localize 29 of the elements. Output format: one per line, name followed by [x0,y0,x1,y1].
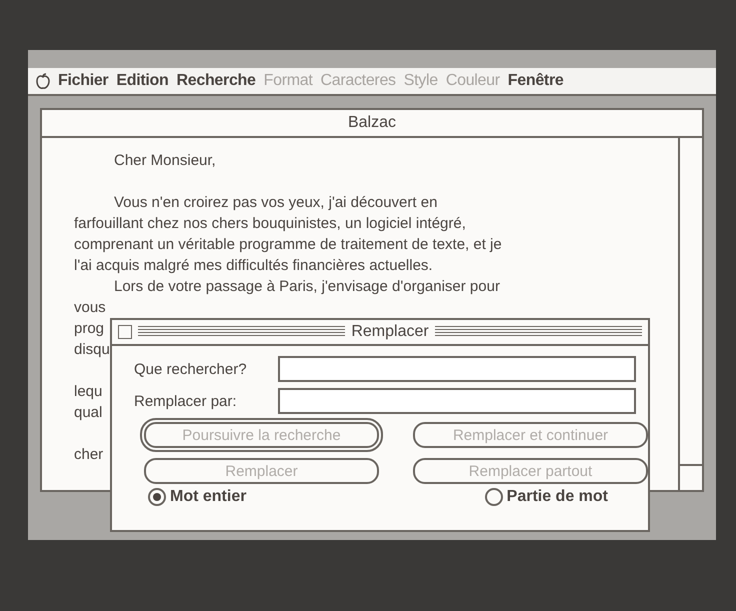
text-line: disqu [74,341,110,360]
text-line: Lors de votre passage à Paris, j'envisage d'organiser pour [113,278,500,297]
radio-option[interactable]: Mot entier [148,488,246,506]
menu-item[interactable]: Recherche [176,72,256,90]
close-icon[interactable] [118,325,132,339]
window-title: Balzac [42,110,702,138]
text-line: farfouillant chez nos chers bouquinistes, un logiciel intégré, [74,215,466,234]
menu-item[interactable]: Edition [116,72,168,90]
text-line: lequ [74,382,102,402]
field-label: Remplacer par: [134,392,238,410]
text-line: cher [74,445,104,465]
scroll-bar[interactable] [678,138,702,490]
input-field[interactable] [278,356,636,382]
menu-item[interactable]: Fichier [58,72,108,90]
radio-option[interactable]: Partie de mot [484,488,608,506]
input-field[interactable] [278,388,636,414]
radio-icon[interactable] [484,488,503,506]
text-line: l'ai acquis malgré mes difficultés financières actuelles. [74,257,433,276]
text-line: vous [74,299,106,318]
text-line: qual [74,404,102,423]
text-line: Cher Monsieur, [113,152,216,171]
radio-icon[interactable] [148,488,166,506]
menu-item[interactable]: Fenêtre [508,72,564,90]
apple-icon[interactable] [36,73,50,89]
text-line: prog [74,320,104,339]
text-line: Vous n'en croirez pas vos yeux, j'ai découvert en [113,193,438,213]
field-label: Que rechercher? [134,360,248,378]
dialog-title: Remplacer [351,323,429,341]
text-line: comprenant un véritable programme de traitement de texte, et je [74,236,502,255]
